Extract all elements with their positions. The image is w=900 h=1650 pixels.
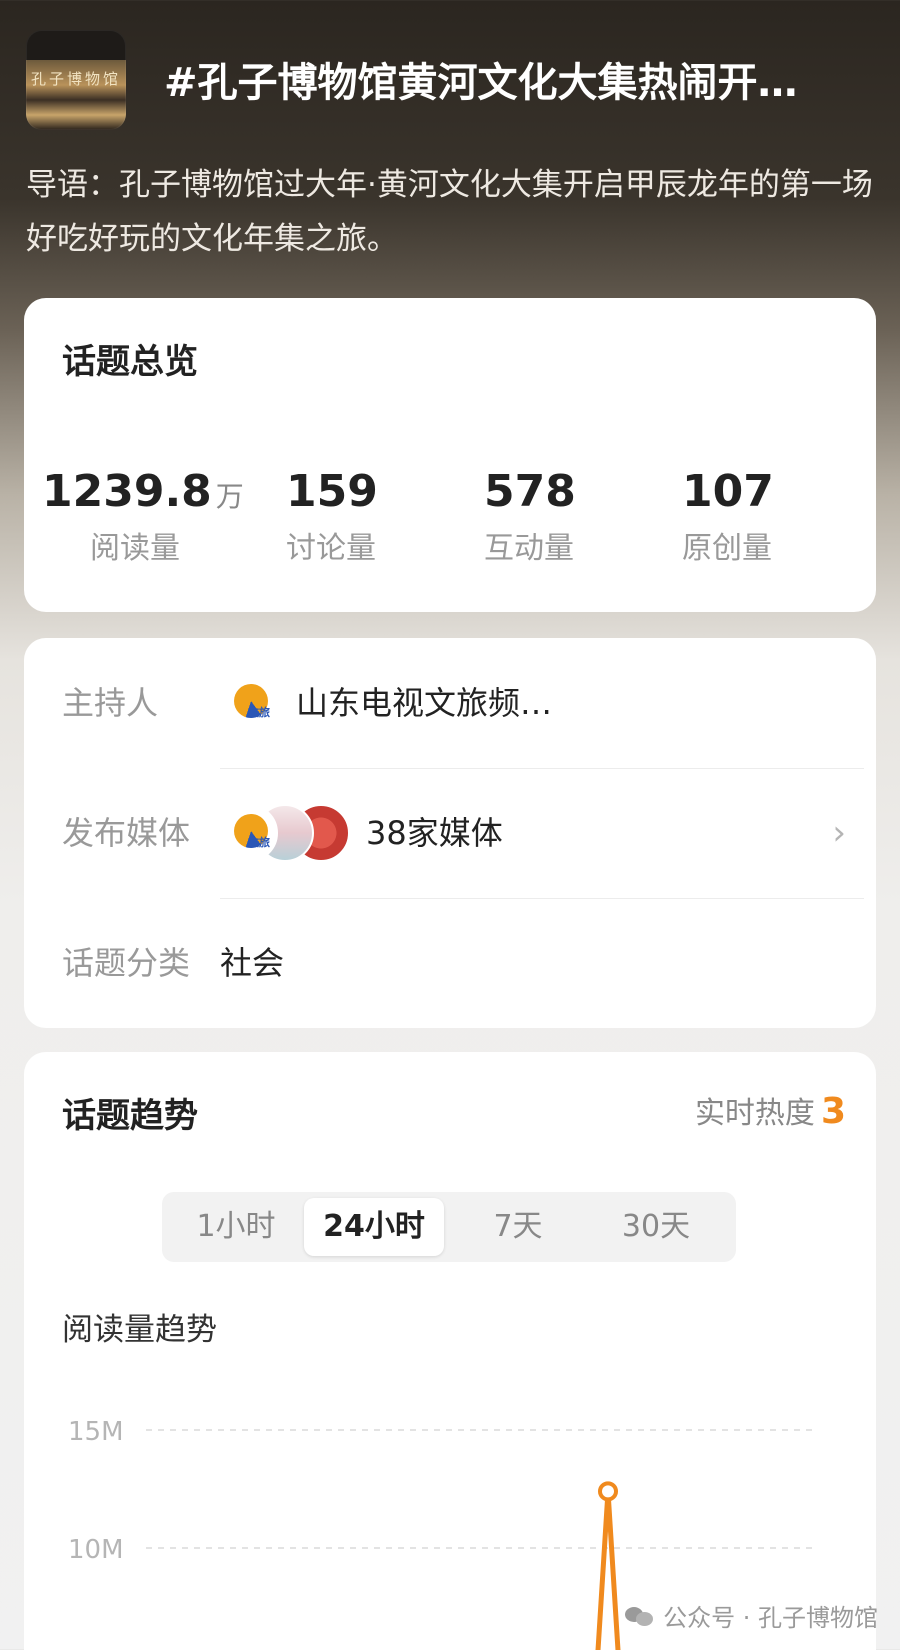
topic-header: 孔子博物馆 #孔子博物馆黄河文化大集热闹开… 导语：孔子博物馆过大年·黄河文化大… <box>0 0 900 300</box>
trend-card: 话题趋势 实时热度 3 1小时 24小时 7天 30天 阅读量趋势 15M 10M <box>24 1052 876 1650</box>
stat-interactions-value: 578 <box>484 466 576 517</box>
media-avatar-1: 文旅 <box>220 804 278 862</box>
stat-discussions: 159 讨论量 <box>286 466 496 567</box>
host-label: 主持人 <box>62 684 159 722</box>
stat-interactions: 578 互动量 <box>484 466 694 567</box>
topic-title: #孔子博物馆黄河文化大集热闹开… <box>164 60 798 106</box>
heat-value: 3 <box>820 1091 846 1132</box>
category-label: 话题分类 <box>62 944 191 982</box>
stat-originals-value: 107 <box>682 466 774 517</box>
museum-logo: 孔子博物馆 <box>26 30 126 130</box>
media-row[interactable]: 发布媒体 文旅 38家媒体 › <box>24 768 876 898</box>
watermark: 公众号 · 孔子博物馆 <box>625 1598 878 1633</box>
wechat-icon <box>625 1605 655 1627</box>
media-count[interactable]: 38家媒体 <box>366 768 503 898</box>
stat-interactions-label: 互动量 <box>484 531 574 566</box>
realtime-heat: 实时热度 3 <box>695 1088 846 1132</box>
stat-discussions-label: 讨论量 <box>286 531 376 566</box>
overview-card: 话题总览 1239.8 万 阅读量 159 讨论量 578 互动量 107 原创量 <box>24 298 876 612</box>
trend-title: 话题趋势 <box>62 1096 198 1136</box>
y-tick-label: 10M <box>68 1535 124 1565</box>
media-avatar-tag: 文旅 <box>248 836 270 849</box>
host-name[interactable]: 山东电视文旅频… <box>296 638 552 768</box>
chevron-right-icon[interactable]: › <box>832 768 846 898</box>
watermark-text: 公众号 · 孔子博物馆 <box>663 1604 878 1632</box>
overview-title: 话题总览 <box>62 342 198 382</box>
topic-intro: 导语：孔子博物馆过大年·黄河文化大集开启甲辰龙年的第一场好吃好玩的文化年集之旅。 <box>26 167 873 257</box>
info-card: 主持人 文旅 山东电视文旅频… 发布媒体 文旅 38家媒体 › 话题分类 社会 <box>24 638 876 1028</box>
host-avatar[interactable]: 文旅 <box>220 674 278 732</box>
tab-24-hours[interactable]: 24小时 <box>304 1198 444 1256</box>
stat-reads-unit: 万 <box>215 480 244 513</box>
host-avatar-tag: 文旅 <box>248 706 270 719</box>
stat-originals-label: 原创量 <box>682 531 772 566</box>
logo-text: 孔子博物馆 <box>30 70 121 88</box>
category-row: 话题分类 社会 <box>24 898 876 1028</box>
heat-label: 实时热度 <box>694 1096 815 1131</box>
category-value: 社会 <box>220 944 285 982</box>
y-tick-label: 15M <box>68 1417 124 1447</box>
host-row[interactable]: 主持人 文旅 山东电视文旅频… <box>24 638 876 768</box>
series-line <box>595 1488 621 1650</box>
stat-reads-value: 1239.8 万 <box>42 466 262 517</box>
stat-discussions-value: 159 <box>286 466 378 517</box>
media-label: 发布媒体 <box>62 814 191 852</box>
stat-originals: 107 原创量 <box>682 466 892 567</box>
time-range-selector: 1小时 24小时 7天 30天 <box>162 1192 736 1262</box>
stat-reads-label: 阅读量 <box>90 531 180 566</box>
stat-reads-number: 1239.8 <box>42 466 212 517</box>
tab-30-days[interactable]: 30天 <box>586 1198 726 1256</box>
chart-title: 阅读量趋势 <box>62 1312 217 1348</box>
tab-1-hour[interactable]: 1小时 <box>166 1198 306 1256</box>
tab-7-days[interactable]: 7天 <box>448 1198 588 1256</box>
stat-reads: 1239.8 万 阅读量 <box>42 466 262 567</box>
data-point[interactable] <box>598 1481 618 1502</box>
